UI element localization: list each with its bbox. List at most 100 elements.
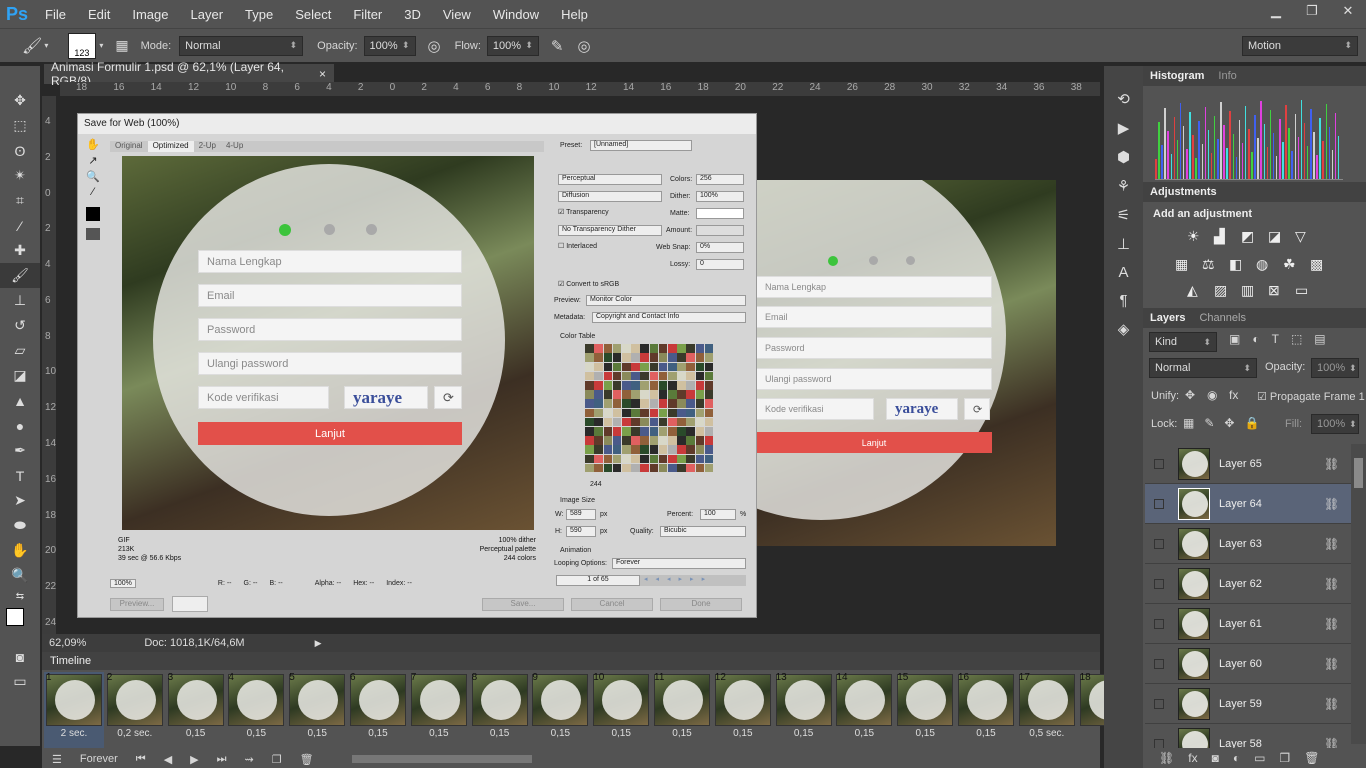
color-swatch[interactable] [667,371,677,381]
document-tab[interactable]: Animasi Formulir 1.psd @ 62,1% (Layer 64… [44,60,334,88]
color-swatch[interactable] [612,417,622,427]
color-swatch[interactable] [622,408,631,418]
link-icon[interactable]: ⛓ [1324,617,1339,631]
browser-preview-icon[interactable] [172,596,208,612]
color-swatch[interactable] [704,344,714,353]
frame-nav-controls[interactable]: ◂◂◂▸▸▸ [640,575,746,586]
first-frame-icon[interactable]: ⏮ [136,753,146,766]
add-mask-icon[interactable]: ◙ [1212,751,1219,765]
lock-icons[interactable]: ▦✎✥🔒 [1183,416,1269,430]
visibility-toggle[interactable] [1154,458,1164,469]
color-reduction-select[interactable]: Perceptual [558,174,662,185]
interlaced-checkbox[interactable]: ☐ Interlaced [558,242,597,250]
color-swatch[interactable] [658,399,668,409]
color-swatch[interactable] [695,454,705,464]
color-swatch[interactable] [594,390,604,399]
close-tab-icon[interactable]: × [319,67,326,81]
shape-tool-icon[interactable]: ⬬ [0,513,40,538]
quality-select[interactable]: Bicubic [660,526,746,537]
color-swatch[interactable] [622,436,631,445]
tab-info[interactable]: Info [1211,70,1243,82]
color-swatch[interactable] [695,371,705,381]
eyedropper-icon[interactable]: ⁄ [0,213,40,238]
menu-view[interactable]: View [432,7,482,22]
color-swatch[interactable] [649,408,659,418]
type-tool-icon[interactable]: T [0,463,40,488]
delete-frame-icon[interactable]: 🗑 [300,753,314,766]
timeline-frame[interactable]: 11 0,15 [652,672,712,748]
color-swatch[interactable] [640,417,650,427]
color-swatch[interactable] [631,445,640,454]
link-icon[interactable]: ⛓ [1324,497,1339,511]
color-swatch[interactable] [704,463,714,473]
color-swatch[interactable] [667,390,677,399]
color-swatch[interactable] [658,371,668,381]
done-button[interactable]: Done [660,598,742,611]
color-swatch[interactable] [658,445,668,454]
timeline-frame[interactable]: 17 0,5 sec. [1017,672,1077,748]
color-swatch[interactable] [640,399,650,409]
color-swatch[interactable] [667,362,677,372]
color-swatch[interactable] [594,344,604,353]
websnap-field[interactable]: 0% [696,242,744,253]
color-swatch[interactable] [585,436,594,445]
dither-field[interactable]: 100% [696,191,744,202]
color-swatch[interactable] [677,408,686,418]
brush-presets-icon[interactable]: ⚘ [1117,177,1130,195]
invert-icon[interactable]: ◭ [1187,282,1211,299]
color-swatch[interactable] [585,426,594,436]
layer-row[interactable]: Layer 64 ⛓ [1145,484,1351,524]
color-swatch[interactable] [585,454,594,464]
filter-shape-icon[interactable]: ⬚ [1291,332,1302,346]
opacity-field[interactable]: 100% [363,35,416,56]
color-swatch[interactable] [603,436,613,445]
visibility-toggle[interactable] [1154,738,1164,749]
timeline-frame[interactable]: 2 0,2 sec. [105,672,165,748]
layer-opacity-field[interactable]: 100% [1311,358,1359,378]
color-swatch[interactable] [622,362,631,372]
color-swatch[interactable] [612,426,622,436]
color-swatch[interactable] [612,381,622,390]
crop-tool-icon[interactable]: ⌗ [0,188,40,213]
frame-delay[interactable]: 0,15 [470,728,530,739]
color-swatch[interactable] [622,344,631,353]
link-icon[interactable]: ⛓ [1324,537,1339,551]
color-swatch[interactable] [622,454,631,464]
color-swatch[interactable] [631,436,640,445]
selective-color-icon[interactable]: ⊠ [1268,282,1292,299]
color-swatch[interactable] [603,408,613,418]
zoom-tool-icon[interactable]: 🔍 [0,563,40,588]
color-swatch[interactable] [677,344,686,353]
color-swatch[interactable] [622,381,631,390]
colors-field[interactable]: 256 [696,174,744,185]
color-swatch[interactable] [631,381,640,390]
color-swatch[interactable] [695,344,705,353]
color-swatch[interactable] [658,390,668,399]
color-swatch[interactable] [704,362,714,372]
menu-filter[interactable]: Filter [342,7,393,22]
close-icon[interactable]: ✕ [1330,0,1366,22]
layer-row[interactable]: Layer 62 ⛓ [1145,564,1351,604]
minimize-icon[interactable]: ▁ [1258,0,1294,22]
3d-icon[interactable]: ⬢ [1117,148,1130,166]
color-swatch[interactable] [612,463,622,473]
color-swatch[interactable] [686,445,695,454]
menu-edit[interactable]: Edit [77,7,121,22]
status-menu-arrow-icon[interactable]: ▶ [315,638,322,649]
color-swatch[interactable] [585,463,594,473]
color-table-grid[interactable] [585,344,719,478]
fill-field[interactable]: 100% [1311,414,1359,434]
color-swatch[interactable] [677,426,686,436]
tab-optimized[interactable]: Optimized [147,141,194,152]
color-swatch[interactable] [622,390,631,399]
color-swatch[interactable] [667,399,677,409]
frame-delay[interactable]: 0,15 [834,728,894,739]
gradient-map-icon[interactable]: ▭ [1295,282,1319,299]
color-swatch[interactable] [649,353,659,363]
link-icon[interactable]: ⛓ [1324,697,1339,711]
frame-delay[interactable]: 0,15 [774,728,834,739]
color-swatch[interactable] [686,344,695,353]
tween-icon[interactable]: ⇝ [245,753,254,766]
color-swatch[interactable] [667,353,677,363]
color-swatch[interactable] [677,445,686,454]
